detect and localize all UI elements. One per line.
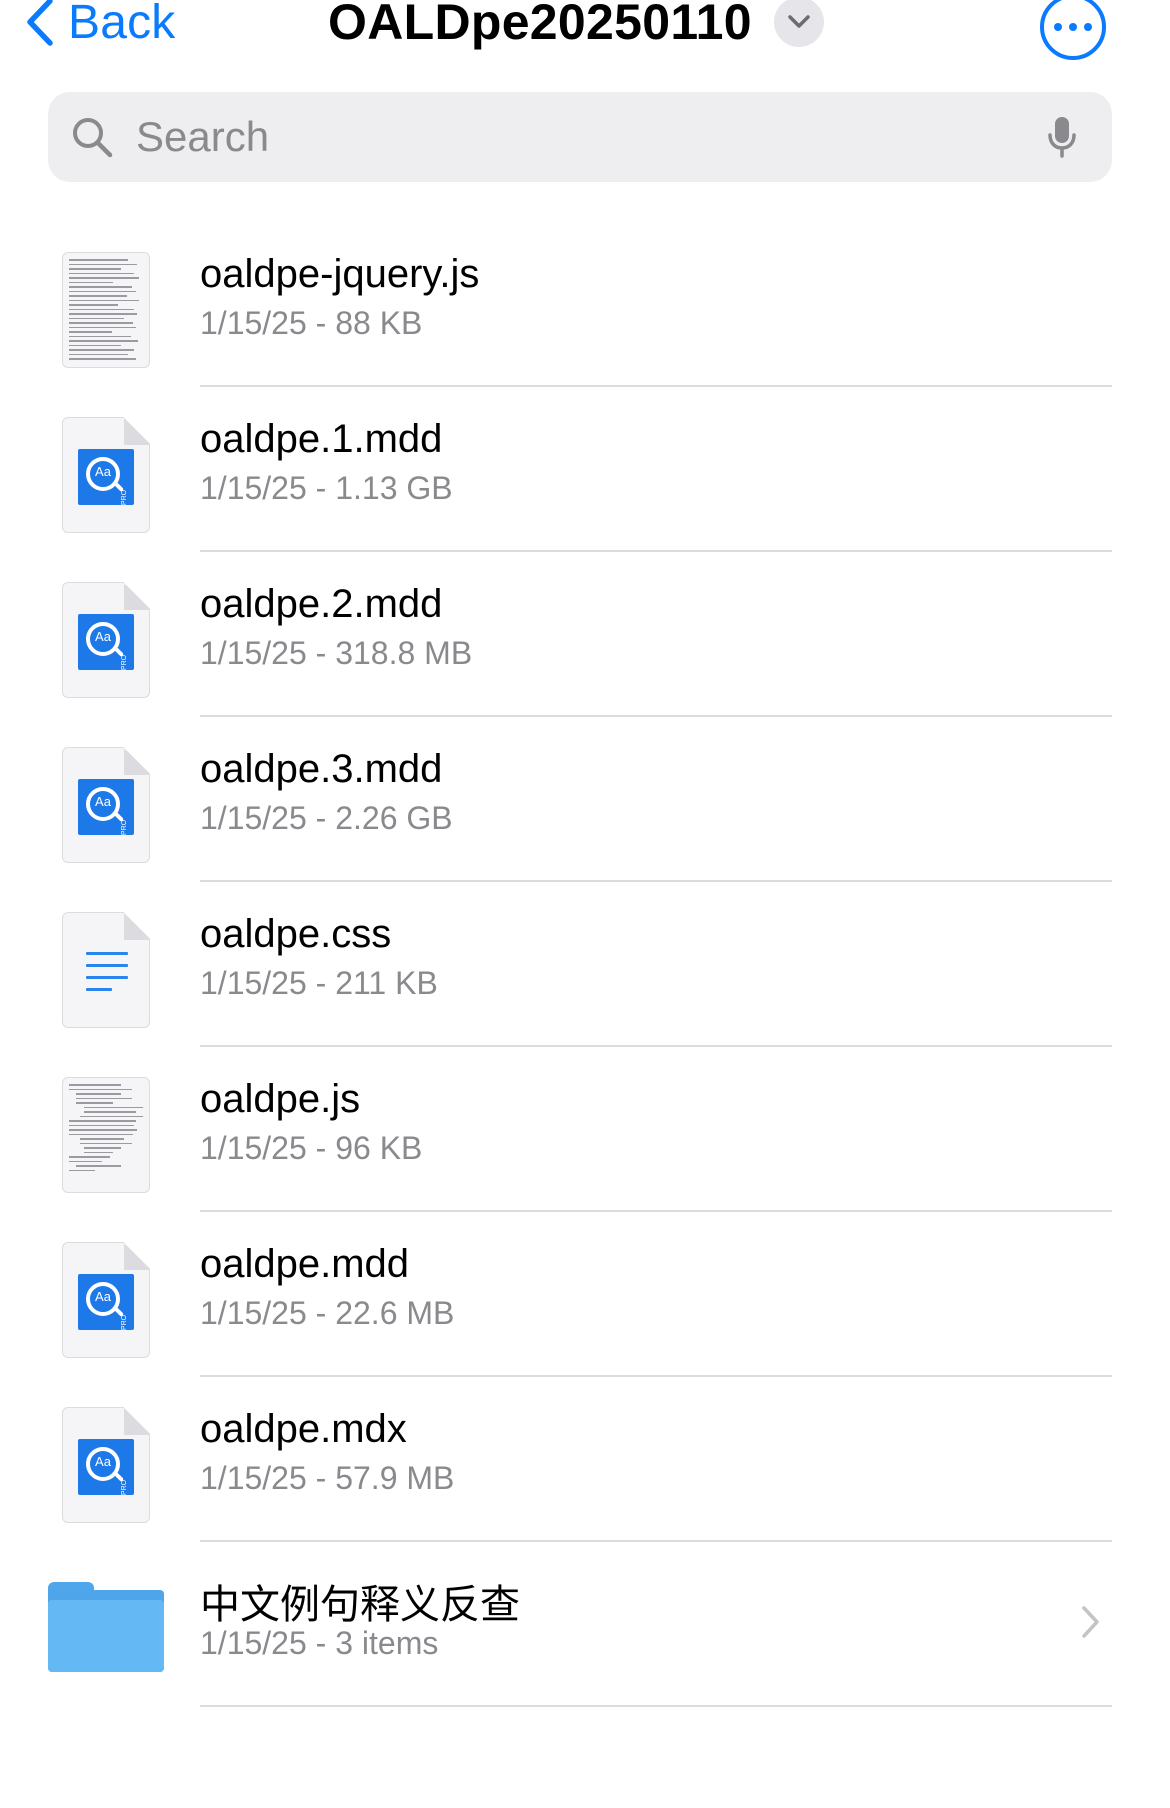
file-thumbnail-page <box>62 1077 150 1193</box>
file-name: oaldpe.1.mdd <box>200 417 443 461</box>
badge-pro: PRO <box>120 1314 128 1331</box>
app-badge: Aa PRO <box>78 1439 134 1495</box>
file-meta: 1/15/25 - 1.13 GB <box>200 470 453 506</box>
file-meta: 1/15/25 - 22.6 MB <box>200 1295 455 1331</box>
app-badge: Aa PRO <box>78 1274 134 1330</box>
file-name: oaldpe-jquery.js <box>200 252 480 296</box>
app-badge: Aa PRO <box>78 779 134 835</box>
file-meta: 1/15/25 - 96 KB <box>200 1130 423 1166</box>
page-fold <box>124 1242 150 1270</box>
badge-pro: PRO <box>120 1479 128 1496</box>
file-meta: 1/15/25 - 2.26 GB <box>200 800 453 836</box>
search-field[interactable]: Search <box>48 92 1112 182</box>
file-meta: 1/15/25 - 211 KB <box>200 965 438 1001</box>
page-fold <box>124 1407 150 1435</box>
file-meta: 1/15/25 - 57.9 MB <box>200 1460 455 1496</box>
badge-pro: PRO <box>120 489 128 506</box>
app-badge: Aa PRO <box>78 614 134 670</box>
dictionary-app-icon: Aa PRO <box>62 1407 150 1523</box>
code-file-thumbnail <box>62 252 150 368</box>
search-icon <box>70 115 114 159</box>
back-label: Back <box>68 0 176 49</box>
page-fold <box>124 912 150 940</box>
more-options-button[interactable] <box>1040 0 1106 60</box>
text-document-icon <box>62 912 150 1028</box>
dictionary-app-icon: Aa PRO <box>62 417 150 533</box>
badge-aa: Aa <box>95 1289 111 1304</box>
chevron-left-icon <box>24 0 54 47</box>
title-group: OALDpe20250110 <box>328 0 824 52</box>
app-badge: Aa PRO <box>78 449 134 505</box>
title-menu-button[interactable] <box>773 0 824 47</box>
file-row[interactable]: Aa PRO oaldpe.3.mdd 1/15/25 - 2.26 GB <box>0 717 1170 882</box>
file-row[interactable]: oaldpe-jquery.js 1/15/25 - 88 KB <box>0 222 1170 387</box>
file-name: oaldpe.3.mdd <box>200 747 443 791</box>
folder-meta: 1/15/25 - 3 items <box>200 1625 439 1661</box>
file-row[interactable]: Aa PRO oaldpe.1.mdd 1/15/25 - 1.13 GB <box>0 387 1170 552</box>
page-fold <box>124 747 150 775</box>
file-name: oaldpe.mdx <box>200 1407 407 1451</box>
badge-pro: PRO <box>120 819 128 836</box>
file-name: oaldpe.mdd <box>200 1242 410 1286</box>
microphone-icon[interactable] <box>1040 110 1084 164</box>
search-placeholder: Search <box>136 113 270 160</box>
code-preview <box>69 259 143 361</box>
dictionary-app-icon: Aa PRO <box>62 1242 150 1358</box>
file-row[interactable]: oaldpe.js 1/15/25 - 96 KB <box>0 1047 1170 1212</box>
page-fold <box>124 582 150 610</box>
navigation-bar: Back OALDpe20250110 <box>0 0 1170 60</box>
page-fold <box>124 417 150 445</box>
file-list: oaldpe-jquery.js 1/15/25 - 88 KB Aa PRO … <box>0 222 1170 1707</box>
ellipsis-icon <box>1054 23 1062 31</box>
badge-aa: Aa <box>95 1454 111 1469</box>
ellipsis-dot <box>1069 23 1077 31</box>
dictionary-app-icon: Aa PRO <box>62 747 150 863</box>
badge-pro: PRO <box>120 654 128 671</box>
file-name: oaldpe.js <box>200 1077 361 1121</box>
file-meta: 1/15/25 - 88 KB <box>200 305 423 341</box>
folder-name: 中文例句释义反查 <box>200 1583 520 1627</box>
chevron-right-icon <box>1082 1606 1099 1638</box>
code-file-thumbnail <box>62 1077 150 1193</box>
ellipsis-dot <box>1084 23 1092 31</box>
code-preview <box>69 1084 143 1186</box>
file-name: oaldpe.2.mdd <box>200 582 443 626</box>
dictionary-app-icon: Aa PRO <box>62 582 150 698</box>
text-lines <box>86 952 128 1000</box>
file-row[interactable]: Aa PRO oaldpe.2.mdd 1/15/25 - 318.8 MB <box>0 552 1170 717</box>
file-meta: 1/15/25 - 318.8 MB <box>200 635 473 671</box>
file-row[interactable]: Aa PRO oaldpe.mdd 1/15/25 - 22.6 MB <box>0 1212 1170 1377</box>
folder-row[interactable]: 中文例句释义反查 1/15/25 - 3 items <box>0 1542 1170 1707</box>
file-name: oaldpe.css <box>200 912 392 956</box>
folder-icon <box>48 1582 164 1672</box>
file-thumbnail-page <box>62 252 150 368</box>
back-button[interactable]: Back <box>24 0 176 52</box>
badge-aa: Aa <box>95 794 111 809</box>
divider <box>200 1705 1112 1707</box>
file-row[interactable]: Aa PRO oaldpe.mdx 1/15/25 - 57.9 MB <box>0 1377 1170 1542</box>
folder-front <box>48 1600 164 1672</box>
file-row[interactable]: oaldpe.css 1/15/25 - 211 KB <box>0 882 1170 1047</box>
chevron-down-icon <box>788 15 810 28</box>
badge-aa: Aa <box>95 464 111 479</box>
badge-aa: Aa <box>95 629 111 644</box>
page-title: OALDpe20250110 <box>328 0 752 50</box>
